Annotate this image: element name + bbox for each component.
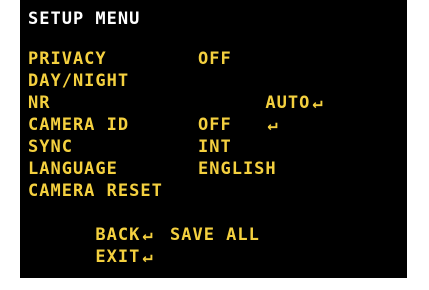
menu-item-label-wrap: EXIT ↵ [28,224,154,290]
menu-item-exit[interactable]: EXIT ↵ [28,224,152,267]
menu-item-label: PRIVACY [28,49,107,69]
menu-item-nr[interactable]: NR ↵ [28,92,278,135]
menu-item-camera-id[interactable]: CAMERA ID OFF [28,114,231,136]
enter-icon: ↵ [142,247,154,267]
menu-item-label: DAY/NIGHT [28,71,130,91]
enter-icon: ↵ [312,93,324,113]
menu-item-value: OFF [198,49,232,69]
menu-title: SETUP MENU [28,9,141,29]
menu-item-label: SYNC [28,137,73,157]
menu-item-day-night[interactable]: DAY/NIGHT AUTO ↵ [28,70,323,113]
menu-item-label: CAMERA ID [28,115,130,135]
menu-item-label: NR [28,93,51,113]
enter-icon: ↵ [267,115,279,135]
menu-item-label: EXIT [95,247,141,267]
menu-item-value: ENGLISH [198,159,277,179]
menu-item-privacy[interactable]: PRIVACY OFF [28,48,231,70]
menu-item-value: OFF [198,115,232,135]
menu-item-label: CAMERA RESET [28,181,163,201]
menu-item-value: INT [198,137,232,157]
menu-item-back[interactable]: BACK ↵ [28,202,152,245]
setup-menu-osd: SETUP MENU PRIVACY OFF DAY/NIGHT AUTO ↵ N… [20,0,407,278]
menu-item-label: LANGUAGE [28,159,118,179]
menu-item-language[interactable]: LANGUAGE ENGLISH [28,158,276,180]
menu-item-sync[interactable]: SYNC INT [28,136,231,158]
save-all-button[interactable]: SAVE ALL [170,224,260,246]
menu-item-camera-reset[interactable]: CAMERA RESET [28,180,162,202]
